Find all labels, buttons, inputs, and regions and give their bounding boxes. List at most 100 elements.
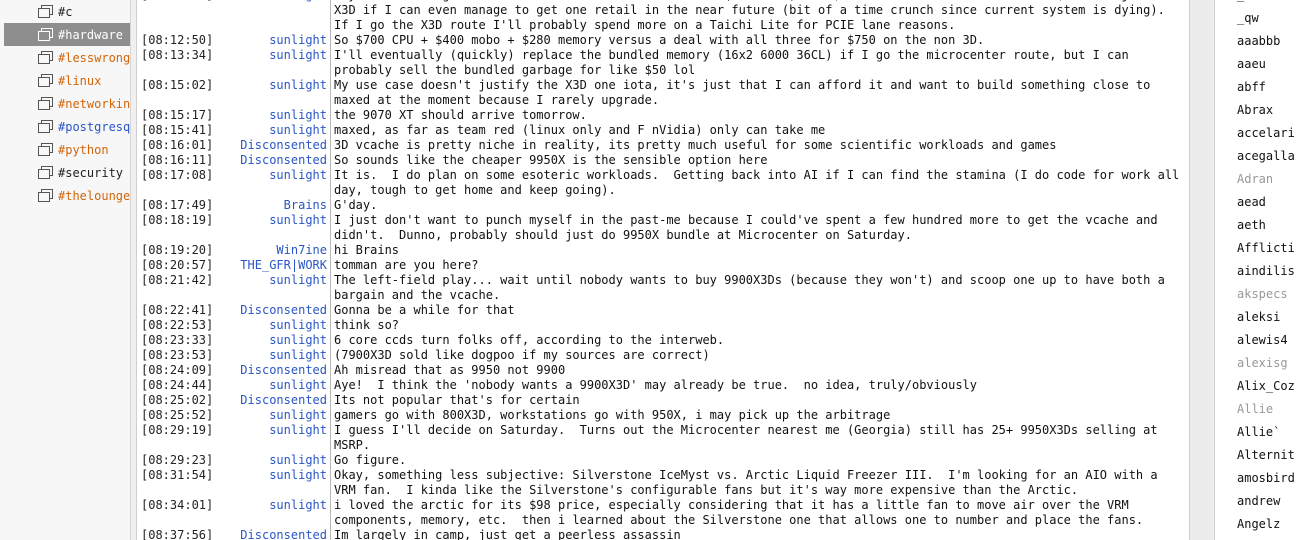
message-text: G'day. (334, 198, 378, 212)
channel-item[interactable]: #hardware (4, 23, 130, 46)
channel-name: #c (58, 4, 73, 19)
message-nick[interactable]: sunlight (211, 108, 327, 123)
message-nick[interactable]: sunlight (211, 498, 327, 528)
message-nick[interactable]: sunlight (211, 378, 327, 393)
user-list-item[interactable]: amosbird (1215, 467, 1315, 490)
message-timestamp: [08:21:42] (141, 273, 214, 287)
message-nick[interactable]: sunlight (211, 318, 327, 333)
user-list-item[interactable]: aleksi (1215, 306, 1315, 329)
message-timestamp: [08:29:19] (141, 423, 214, 437)
message-timestamp: [08:17:08] (141, 168, 214, 182)
message-row: [08:23:53] sunlight (7900X3D sold like dog… (137, 348, 1189, 363)
user-list-item[interactable]: aaeu (1215, 53, 1315, 76)
user-list-item[interactable]: alewis4 (1215, 329, 1315, 352)
user-list-item[interactable]: alexisg (1215, 352, 1315, 375)
message-nick[interactable]: Disconsented (211, 138, 327, 153)
user-list-item[interactable]: Allie` (1215, 421, 1315, 444)
message-nick[interactable]: Disconsented (211, 303, 327, 318)
message-nick[interactable]: sunlight (211, 348, 327, 363)
user-list-item[interactable]: acegalla (1215, 145, 1315, 168)
channel-item[interactable]: #security (4, 161, 130, 184)
message-timestamp: [08:17:49] (141, 198, 214, 212)
channel-name: #thelounge (58, 188, 131, 203)
message-timestamp: [08:24:09] (141, 363, 214, 377)
message-row: [08:25:02] Disconsented Its not popular th… (137, 393, 1189, 408)
message-text: So $700 CPU + $400 mobo + $280 memory ve… (334, 33, 985, 47)
message-nick[interactable]: Brains (211, 198, 327, 213)
message-timestamp: [08:13:34] (141, 48, 214, 62)
channel-name: #python (58, 142, 109, 157)
message-row: [08:15:41] sunlight maxed, as far as team … (137, 123, 1189, 138)
message-nick[interactable]: sunlight (211, 0, 327, 33)
message-nick[interactable]: Win7ine (211, 243, 327, 258)
channel-item[interactable]: #c (4, 0, 130, 23)
message-timestamp: [08:24:44] (141, 378, 214, 392)
message-row: [08:20:57] THE_GFR|WORK tomman are you her… (137, 258, 1189, 273)
message-nick[interactable]: sunlight (211, 48, 327, 78)
message-text: I'll eventually (quickly) replace the bu… (334, 48, 1136, 77)
user-list-item[interactable]: abff (1215, 76, 1315, 99)
message-text: anyhow. I can get a 9950X bundle with a … (334, 0, 1179, 32)
user-list-item[interactable]: akspecs (1215, 283, 1315, 306)
message-text: Im largely in camp, just get a peerless … (334, 528, 681, 540)
message-row: [08:16:11] Disconsented So sounds like the… (137, 153, 1189, 168)
user-list-item[interactable]: aindilis (1215, 260, 1315, 283)
message-row: [08:12:50] sunlight So $700 CPU + $400 mob… (137, 33, 1189, 48)
channel-item[interactable]: #postgresq (4, 115, 130, 138)
message-text: I guess I'll decide on Saturday. Turns o… (334, 423, 1165, 452)
message-nick[interactable]: Disconsented (211, 153, 327, 168)
message-nick[interactable]: sunlight (211, 423, 327, 453)
scrollbar-track[interactable] (1190, 0, 1213, 540)
user-list-item[interactable]: _qw (1215, 7, 1315, 30)
user-list-item[interactable]: Allie (1215, 398, 1315, 421)
message-text: So sounds like the cheaper 9950X is the … (334, 153, 768, 167)
message-nick[interactable]: sunlight (211, 168, 327, 198)
message-timestamp: [08:12:00] (137, 0, 213, 33)
message-row: [08:24:09] Disconsented Ah misread that as… (137, 363, 1189, 378)
message-nick[interactable]: sunlight (211, 408, 327, 423)
message-text: The left-field play... wait until nobody… (334, 273, 1173, 302)
message-nick[interactable]: Disconsented (211, 528, 327, 540)
message-nick[interactable]: sunlight (211, 273, 327, 303)
channel-name: #linux (58, 73, 102, 88)
message-nick[interactable]: sunlight (211, 333, 327, 348)
user-list-item[interactable]: aaabbb (1215, 30, 1315, 53)
message-timestamp: [08:29:23] (141, 453, 214, 467)
message-nick[interactable]: sunlight (211, 213, 327, 243)
user-list-item[interactable]: Alix_Coz (1215, 375, 1315, 398)
message-timestamp: [08:37:56] (141, 528, 214, 540)
message-nick[interactable]: sunlight (211, 123, 327, 138)
user-list-item[interactable]: aeth (1215, 214, 1315, 237)
message-timestamp: [08:22:53] (141, 318, 214, 332)
message-text: (7900X3D sold like dogpoo if my sources … (334, 348, 710, 362)
message-nick[interactable]: THE_GFR|WORK (211, 258, 327, 273)
message-text: maxed, as far as team red (linux only an… (334, 123, 826, 137)
user-list-item[interactable]: Adran (1215, 168, 1315, 191)
user-list-item[interactable]: Abrax (1215, 99, 1315, 122)
user-list-item[interactable]: _ (1215, 0, 1315, 7)
channel-window-icon (38, 120, 53, 133)
message-nick[interactable]: sunlight (211, 453, 327, 468)
channel-item[interactable]: #thelounge (4, 184, 131, 207)
message-timestamp: [08:18:19] (141, 213, 214, 227)
user-list-item[interactable]: Afflicti (1215, 237, 1315, 260)
user-list-item[interactable]: Angelz (1215, 513, 1315, 536)
message-nick[interactable]: Disconsented (211, 363, 327, 378)
chat-log-panel: [08:12:00]sunlightanyhow. I can get a 99… (136, 0, 1190, 540)
message-nick[interactable]: sunlight (211, 468, 327, 498)
message-timestamp: [08:25:02] (141, 393, 214, 407)
user-list-item[interactable]: Alternit (1215, 444, 1315, 467)
message-row: [08:13:34] sunlight I'll eventually (quick… (137, 48, 1189, 78)
message-timestamp: [08:16:01] (141, 138, 214, 152)
channel-item[interactable]: #lesswrong (4, 46, 130, 69)
user-list-item[interactable]: accelari (1215, 122, 1315, 145)
channel-item[interactable]: #linux (4, 69, 130, 92)
message-nick[interactable]: sunlight (211, 33, 327, 48)
user-list-item[interactable]: aead (1215, 191, 1315, 214)
message-nick[interactable]: sunlight (211, 78, 327, 108)
channel-item[interactable]: #networkin (4, 92, 130, 115)
user-list-panel: __qwaaabbbaaeuabffAbraxaccelariacegallaA… (1214, 0, 1315, 540)
channel-item[interactable]: #python (4, 138, 130, 161)
user-list-item[interactable]: andrew (1215, 490, 1315, 513)
message-nick[interactable]: Disconsented (211, 393, 327, 408)
